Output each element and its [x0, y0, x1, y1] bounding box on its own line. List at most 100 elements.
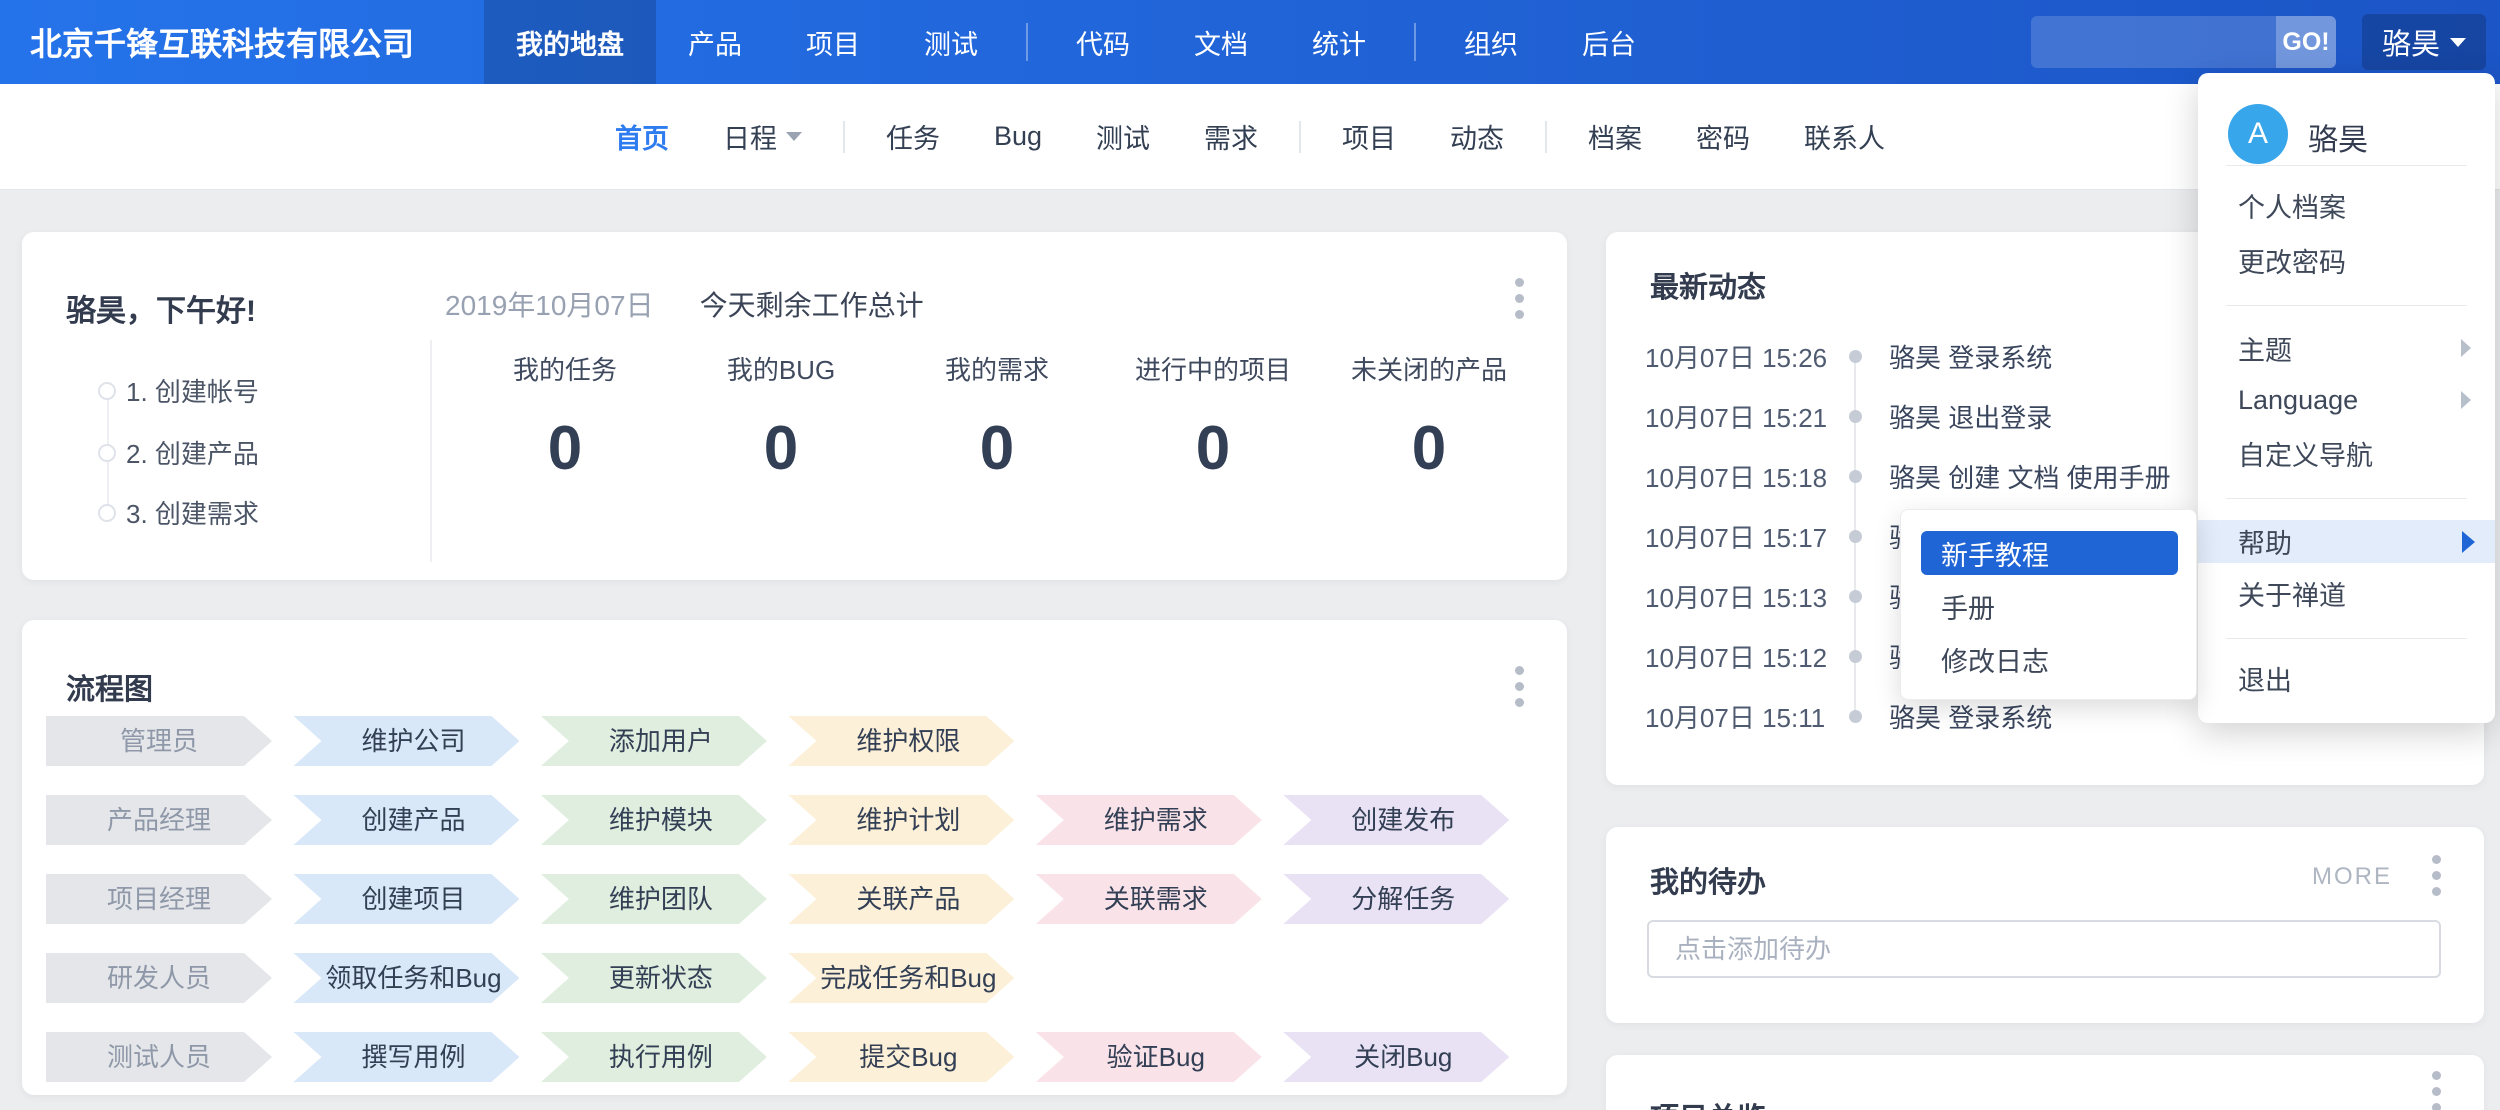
user-menu-button[interactable]: 骆昊: [2362, 14, 2486, 70]
nav-doc[interactable]: 文档: [1162, 0, 1280, 84]
nav-product[interactable]: 产品: [656, 0, 774, 84]
my-todo-card: 我的待办 MORE: [1606, 827, 2484, 1023]
stat-open-products[interactable]: 未关闭的产品 0: [1321, 350, 1537, 484]
user-name: 骆昊: [2382, 21, 2440, 63]
timeline-dot-icon: [1849, 470, 1862, 483]
timeline-dot-icon: [1849, 650, 1862, 663]
flow-cell[interactable]: 维护模块: [541, 795, 767, 845]
timeline-dot-icon: [1849, 530, 1862, 543]
kebab-menu-icon[interactable]: [1515, 278, 1525, 326]
kebab-menu-icon[interactable]: [1515, 666, 1525, 714]
subnav-test[interactable]: 测试: [1069, 117, 1177, 156]
subnav-task[interactable]: 任务: [859, 117, 967, 156]
submenu-item-changelog[interactable]: 修改日志: [1901, 637, 2196, 681]
nav-org[interactable]: 组织: [1432, 0, 1550, 84]
search-input[interactable]: [2031, 16, 2276, 68]
search-go-button[interactable]: GO!: [2276, 16, 2336, 68]
subnav-dynamic[interactable]: 动态: [1423, 117, 1531, 156]
timeline-dot-icon: [1849, 590, 1862, 603]
flow-cell[interactable]: 领取任务和Bug: [293, 953, 519, 1003]
nav-admin[interactable]: 后台: [1550, 0, 1668, 84]
greeting-text: 骆昊，下午好!: [66, 286, 256, 330]
nav-test[interactable]: 测试: [892, 0, 1010, 84]
step-circle-icon: [98, 444, 116, 462]
welcome-card: 骆昊，下午好! 1. 创建帐号 2. 创建产品 3. 创建需求 2019年10月…: [22, 232, 1567, 580]
subnav-story[interactable]: 需求: [1177, 117, 1285, 156]
menu-item-custom-nav[interactable]: 自定义导航: [2198, 427, 2495, 479]
stat-ongoing-projects[interactable]: 进行中的项目 0: [1105, 350, 1321, 484]
chevron-down-icon: [2450, 38, 2466, 47]
flow-cell[interactable]: 关闭Bug: [1283, 1032, 1509, 1082]
flow-cell[interactable]: 创建发布: [1283, 795, 1509, 845]
flow-cell[interactable]: 测试人员: [46, 1032, 272, 1082]
flow-cell[interactable]: 维护公司: [293, 716, 519, 766]
menu-divider: [2226, 165, 2467, 166]
chevron-down-icon: [786, 132, 802, 141]
step-create-story[interactable]: 3. 创建需求: [126, 494, 259, 531]
flow-cell[interactable]: 项目经理: [46, 874, 272, 924]
nav-stats[interactable]: 统计: [1280, 0, 1398, 84]
flow-cell[interactable]: 更新状态: [541, 953, 767, 1003]
project-overview-title: 项目总览: [1650, 1095, 1766, 1110]
stat-my-bugs[interactable]: 我的BUG 0: [673, 350, 889, 484]
activity-title: 最新动态: [1650, 264, 1766, 306]
nav-code[interactable]: 代码: [1044, 0, 1162, 84]
flow-row-developer: 研发人员 领取任务和Bug 更新状态 完成任务和Bug: [46, 953, 1526, 1003]
step-circle-icon: [98, 504, 116, 522]
menu-item-logout[interactable]: 退出: [2198, 652, 2495, 704]
flow-cell[interactable]: 维护团队: [541, 874, 767, 924]
summary-title: 今天剩余工作总计: [700, 284, 924, 324]
flowchart-card: 流程图 管理员 维护公司 添加用户 维护权限 产品经理 创建产品 维护模块 维护…: [22, 620, 1567, 1095]
more-link[interactable]: MORE: [2312, 863, 2392, 891]
flow-cell[interactable]: 研发人员: [46, 953, 272, 1003]
menu-item-language[interactable]: Language: [2198, 374, 2495, 426]
flow-cell[interactable]: 管理员: [46, 716, 272, 766]
flow-cell[interactable]: 维护权限: [788, 716, 1014, 766]
chevron-right-icon: [2462, 531, 2475, 553]
flow-cell[interactable]: 执行用例: [541, 1032, 767, 1082]
flow-cell[interactable]: 维护计划: [788, 795, 1014, 845]
subnav-bug[interactable]: Bug: [967, 121, 1069, 152]
add-todo-input[interactable]: [1647, 920, 2441, 978]
flow-row-admin: 管理员 维护公司 添加用户 维护权限: [46, 716, 1526, 766]
subnav-profile[interactable]: 档案: [1561, 117, 1669, 156]
chevron-right-icon: [2461, 339, 2471, 357]
subnav-password[interactable]: 密码: [1669, 117, 1777, 156]
nav-my-zone[interactable]: 我的地盘: [484, 0, 656, 84]
submenu-item-tutorial[interactable]: 新手教程: [1921, 531, 2178, 575]
menu-item-about[interactable]: 关于禅道: [2198, 567, 2495, 619]
flow-cell[interactable]: 完成任务和Bug: [788, 953, 1014, 1003]
flow-cell[interactable]: 创建项目: [293, 874, 519, 924]
step-create-account[interactable]: 1. 创建帐号: [126, 372, 259, 409]
flow-cell[interactable]: 分解任务: [1283, 874, 1509, 924]
user-dropdown-menu: A 骆昊 个人档案 更改密码 主题 Language 自定义导航 帮助 关于禅道…: [2198, 73, 2495, 723]
flow-cell[interactable]: 关联需求: [1036, 874, 1262, 924]
flow-cell[interactable]: 提交Bug: [788, 1032, 1014, 1082]
kebab-menu-icon[interactable]: [2432, 855, 2442, 903]
subnav-calendar[interactable]: 日程: [696, 117, 829, 156]
flow-cell[interactable]: 撰写用例: [293, 1032, 519, 1082]
subnav-project[interactable]: 项目: [1315, 117, 1423, 156]
flow-row-product-manager: 产品经理 创建产品 维护模块 维护计划 维护需求 创建发布: [46, 795, 1526, 845]
step-create-product[interactable]: 2. 创建产品: [126, 434, 259, 471]
flow-cell[interactable]: 创建产品: [293, 795, 519, 845]
flow-cell[interactable]: 添加用户: [541, 716, 767, 766]
flow-cell[interactable]: 关联产品: [788, 874, 1014, 924]
subnav-contacts[interactable]: 联系人: [1777, 117, 1912, 156]
flowchart-title: 流程图: [66, 666, 153, 708]
stat-my-stories[interactable]: 我的需求 0: [889, 350, 1105, 484]
flow-row-project-manager: 项目经理 创建项目 维护团队 关联产品 关联需求 分解任务: [46, 874, 1526, 924]
flow-cell[interactable]: 产品经理: [46, 795, 272, 845]
flow-cell[interactable]: 验证Bug: [1036, 1032, 1262, 1082]
stat-my-tasks[interactable]: 我的任务 0: [457, 350, 673, 484]
flow-cell[interactable]: 维护需求: [1036, 795, 1262, 845]
kebab-menu-icon[interactable]: [2432, 1071, 2442, 1110]
submenu-item-manual[interactable]: 手册: [1901, 584, 2196, 628]
menu-item-change-password[interactable]: 更改密码: [2198, 234, 2495, 286]
nav-project[interactable]: 项目: [774, 0, 892, 84]
nav-divider: [1414, 23, 1416, 61]
subnav-home[interactable]: 首页: [588, 117, 696, 156]
menu-item-theme[interactable]: 主题: [2198, 322, 2495, 374]
menu-item-profile[interactable]: 个人档案: [2198, 179, 2495, 231]
menu-item-help[interactable]: 帮助: [2198, 520, 2495, 563]
